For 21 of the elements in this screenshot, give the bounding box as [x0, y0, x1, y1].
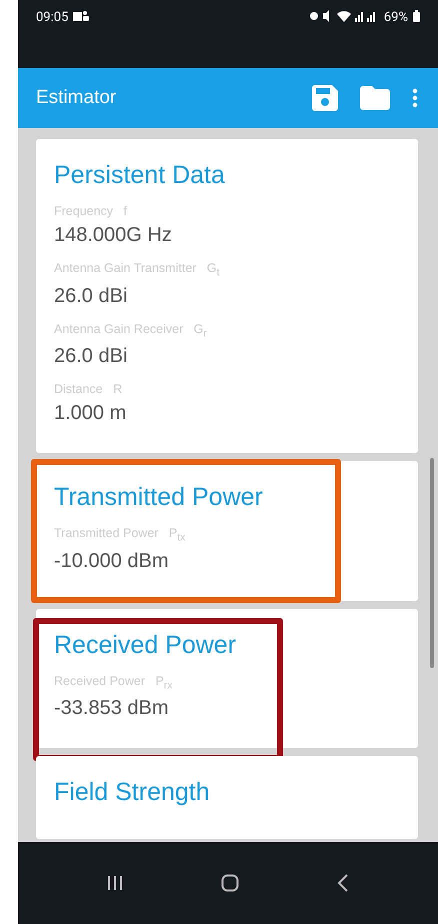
app-title: Estimator	[36, 87, 116, 109]
section-title: Received Power	[54, 630, 238, 660]
field-value: -10.000 dBm	[54, 550, 170, 572]
section-title: Field Strength	[54, 778, 211, 807]
section-title: Persistent Data	[54, 161, 226, 190]
back-icon[interactable]	[337, 874, 349, 892]
field-value: -33.853 dBm	[54, 697, 170, 720]
field-value: 26.0 dBi	[54, 345, 128, 368]
home-icon[interactable]	[221, 874, 239, 892]
save-icon[interactable]	[312, 85, 338, 111]
app-notification-icon	[73, 10, 90, 22]
battery-level: 69%	[384, 10, 408, 25]
more-menu-icon[interactable]	[412, 88, 418, 108]
status-time: 09:05	[36, 10, 68, 25]
field-value: 26.0 dBi	[54, 284, 128, 308]
section-title: Transmitted Power	[54, 483, 264, 512]
folder-icon[interactable]	[360, 86, 390, 110]
recent-apps-icon[interactable]	[107, 875, 123, 891]
field-value: 148.000G Hz	[54, 224, 173, 247]
battery-icon	[413, 10, 420, 22]
field-value: 1.000 m	[54, 402, 128, 425]
